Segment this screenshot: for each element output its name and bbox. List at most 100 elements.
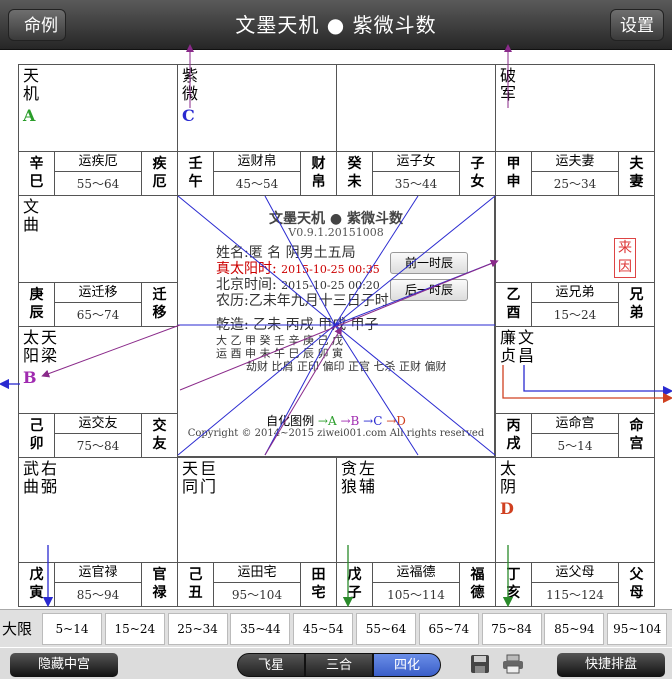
palace-4[interactable]: 文曲庚辰运迁移 65～74 迁移 (18, 195, 178, 327)
settings-button[interactable]: 设置 (610, 9, 664, 41)
palace-range: 25～34 (553, 177, 597, 191)
palace-range: 5～14 (557, 439, 593, 453)
star-name: 武曲 (23, 459, 40, 496)
legend-label: 自化图例 (266, 414, 315, 428)
star-name: 文曲 (23, 197, 40, 234)
print-icon[interactable] (502, 654, 524, 674)
palace-yun: 运田宅 (214, 563, 300, 583)
palace-name: 子女 (459, 152, 495, 195)
palace-yun: 运兄弟 (532, 283, 618, 303)
sihua-mark: B (23, 368, 37, 387)
version-text: V0.9.1.20151008 (288, 226, 384, 239)
next-hour-button[interactable]: 后一时辰 (390, 279, 468, 301)
star-name: 太阴 (500, 459, 517, 496)
seg-sanhe[interactable]: 三合 (305, 653, 373, 677)
sihua-mark: C (182, 106, 195, 125)
palace-name: 命宫 (618, 414, 654, 457)
palace-info-bar: 乙酉运兄弟 15～24 兄弟 (496, 282, 654, 326)
center-panel: 文墨天机 ● 紫微斗数 V0.9.1.20151008 姓名:匿 名 阴男土五局… (177, 195, 495, 457)
palace-8[interactable]: 武曲右弼戊寅运官禄 85～94 官禄 (18, 457, 178, 607)
star-name: 廉贞 (500, 328, 517, 365)
palace-range: 15～24 (553, 308, 597, 322)
palace-1[interactable]: 紫微 C 壬午运财帛 45～54 财帛 (177, 64, 337, 196)
palace-ganzhi: 庚辰 (19, 283, 55, 326)
star-name: 天梁 (41, 328, 58, 365)
palace-yun: 运命宫 (532, 414, 618, 434)
palace-3[interactable]: 破军甲申运夫妻 25～34 夫妻 (495, 64, 655, 196)
palace-info-bar: 辛巳运疾厄 55～64 疾厄 (19, 151, 177, 195)
palace-9[interactable]: 天同巨门己丑运田宅 95～104 田宅 (177, 457, 337, 607)
palace-6[interactable]: 太阳天梁 B 己卯运交友 75～84 交友 (18, 326, 178, 458)
palace-info-bar: 壬午运财帛 45～54 财帛 (178, 151, 336, 195)
daxian-cell[interactable]: 5~14 (42, 613, 102, 645)
sihua-legend: 自化图例 →A →B →C →D (178, 412, 494, 429)
palace-yun: 运疾厄 (55, 152, 141, 172)
palace-range: 95～104 (231, 588, 283, 602)
palace-info-bar: 戊寅运官禄 85～94 官禄 (19, 562, 177, 606)
daxian-row: 大限 5~14 15~24 25~34 35~44 45~54 55~64 65~74 75~… (0, 609, 672, 647)
palace-name: 福德 (459, 563, 495, 606)
star-name: 文昌 (518, 328, 535, 365)
palace-yun: 运子女 (373, 152, 459, 172)
palace-yun: 运夫妻 (532, 152, 618, 172)
star-name: 破军 (500, 66, 517, 103)
palace-10[interactable]: 贪狼左辅戊子运福德 105～114 福德 (336, 457, 496, 607)
hide-center-button[interactable]: 隐藏中宫 (10, 653, 118, 677)
palace-name: 夫妻 (618, 152, 654, 195)
palace-name: 疾厄 (141, 152, 177, 195)
palace-name: 财帛 (300, 152, 336, 195)
palace-info-bar: 丁亥运父母 115～124 父母 (496, 562, 654, 606)
palace-stars: 破军 (500, 67, 518, 103)
palace-stars: 紫微 C (182, 67, 200, 125)
quick-chart-button[interactable]: 快捷排盘 (557, 653, 665, 677)
palace-ganzhi: 辛巳 (19, 152, 55, 195)
star-name: 贪狼 (341, 459, 358, 496)
daxian-cell[interactable]: 55~64 (356, 613, 416, 645)
palace-11[interactable]: 太阴 D 丁亥运父母 115～124 父母 (495, 457, 655, 607)
legend-c: →C (363, 414, 383, 428)
palace-yun: 运福德 (373, 563, 459, 583)
laiyin-badge[interactable]: 来因 (614, 238, 636, 278)
legend-d: →D (386, 414, 406, 428)
top-bar: 命例 文墨天机 ● 紫微斗数 设置 (0, 0, 672, 50)
palace-ganzhi: 戊子 (337, 563, 373, 606)
save-icon[interactable] (470, 654, 490, 674)
daxian-cell[interactable]: 45~54 (293, 613, 354, 645)
palace-range: 35～44 (394, 177, 438, 191)
daxian-cell[interactable]: 25~34 (167, 613, 228, 645)
palace-yun: 运迁移 (55, 283, 141, 303)
legend-b: →B (340, 414, 360, 428)
palace-range: 45～54 (235, 177, 279, 191)
palace-ganzhi: 戊寅 (19, 563, 55, 606)
daxian-cell[interactable]: 15~24 (104, 613, 165, 645)
palace-range: 105～114 (387, 588, 445, 602)
daxian-label: 大限 (2, 620, 33, 638)
app-title: 文墨天机 ● 紫微斗数 (235, 13, 437, 37)
daxian-cell[interactable]: 75~84 (481, 613, 542, 645)
daxian-cell[interactable]: 35~44 (230, 613, 291, 645)
seg-flying-star[interactable]: 飞星 (237, 653, 305, 677)
palace-name: 父母 (618, 563, 654, 606)
palace-stars: 廉贞文昌 (500, 329, 536, 365)
ziwei-chart: 文墨天机 ● 紫微斗数 V0.9.1.20151008 姓名:匿 名 阴男土五局… (18, 64, 655, 607)
daxian-cell[interactable]: 85~94 (544, 613, 605, 645)
palace-2[interactable]: 癸未运子女 35～44 子女 (336, 64, 496, 196)
palace-info-bar: 庚辰运迁移 65～74 迁移 (19, 282, 177, 326)
palace-range: 55～64 (76, 177, 120, 191)
prev-hour-button[interactable]: 前一时辰 (390, 252, 468, 274)
palace-ganzhi: 丙戌 (496, 414, 532, 457)
palace-range: 75～84 (76, 439, 120, 453)
palace-ganzhi: 乙酉 (496, 283, 532, 326)
daxian-cell[interactable]: 95~104 (607, 613, 668, 645)
palace-info-bar: 己丑运田宅 95～104 田宅 (178, 562, 336, 606)
palace-7[interactable]: 廉贞文昌丙戌运命宫 5～14 命宫 (495, 326, 655, 458)
palace-ganzhi: 己卯 (19, 414, 55, 457)
palace-info-bar: 己卯运交友 75～84 交友 (19, 413, 177, 457)
palace-stars: 天机 A (23, 67, 41, 125)
seg-sihua[interactable]: 四化 (373, 653, 441, 677)
palace-stars: 太阴 D (500, 460, 518, 518)
bottom-toolbar: 隐藏中宫 飞星 三合 四化 快捷排盘 (0, 648, 672, 679)
daxian-cell[interactable]: 65~74 (418, 613, 479, 645)
sihua-mark: A (23, 106, 36, 125)
palace-0[interactable]: 天机 A 辛巳运疾厄 55～64 疾厄 (18, 64, 178, 196)
